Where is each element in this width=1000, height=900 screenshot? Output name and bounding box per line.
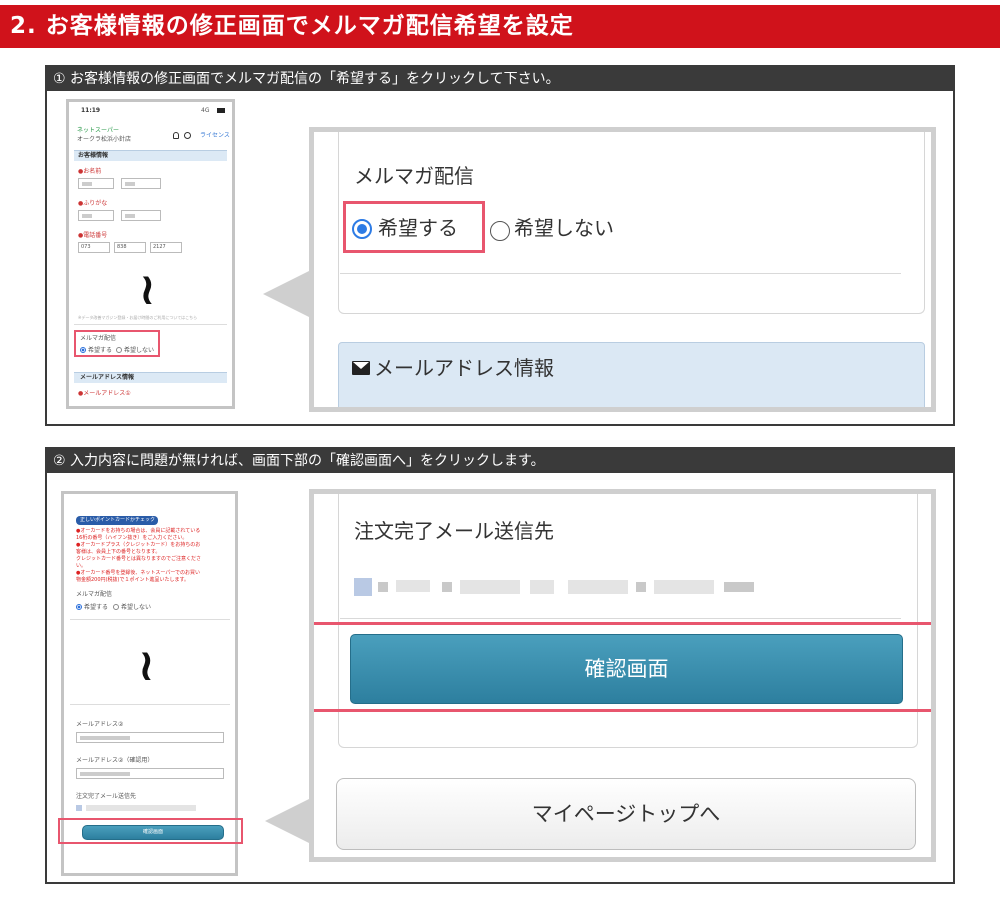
order-mail-blur-9 <box>654 580 714 594</box>
order-mail-blur-6 <box>530 580 554 594</box>
phone-battery-icon <box>217 108 225 113</box>
phone-divider <box>74 324 227 325</box>
order-mail-blur-8 <box>636 582 646 592</box>
phone-order-mail-blur <box>86 805 196 811</box>
section-header: 2. お客様情報の修正画面でメルマガ配信希望を設定 <box>0 5 1000 48</box>
phone-tel-value-3: 2127 <box>153 244 166 250</box>
phone-mail-section-title: メールアドレス情報 <box>80 374 135 381</box>
step-2-zoom-panel: 注文完了メール送信先 確認画面 マイページトップへ <box>309 489 936 862</box>
opt-no-label[interactable]: 希望しない <box>514 218 614 238</box>
bell-icon <box>173 132 179 139</box>
phone-mailmag-label: メルマガ配信 <box>76 591 113 598</box>
radio-no[interactable] <box>490 221 510 241</box>
step-1-phone-screenshot: 11:19 4G ネットスーパー オークラ松浜小針店 ライセンス お客様情報 ●… <box>66 99 235 409</box>
phone-signal: 4G <box>201 107 210 114</box>
warning-line-7: ●オーカード番号を登録後、ネットスーパーでのお買い <box>76 570 201 576</box>
phone-divider <box>70 619 230 620</box>
phone-mail-label: ●メールアドレス① <box>78 390 131 397</box>
section-title: 2. お客様情報の修正画面でメルマガ配信希望を設定 <box>10 13 574 39</box>
order-mail-blur-3 <box>396 580 430 592</box>
phone-mail2-confirm-field[interactable] <box>76 768 224 779</box>
phone-mail2-label: メールアドレス② <box>76 721 124 728</box>
headset-icon <box>184 132 191 139</box>
phone-firstname-field[interactable] <box>121 178 161 189</box>
phone-tel-value-1: 073 <box>81 244 91 250</box>
warning-line-2: 16桁の番号（ハイフン抜き）をご入力ください。 <box>76 535 188 541</box>
step-1-instruction: ① お客様情報の修正画面でメルマガ配信の「希望する」をクリックして下さい。 <box>47 67 953 91</box>
warning-line-6: い。 <box>76 563 87 569</box>
warning-line-8: 物金額200円(税抜)で１ポイント進呈いたします。 <box>76 577 189 583</box>
step-1-zoom-panel: メルマガ配信 希望する 希望しない メールアドレス情報 <box>309 127 936 412</box>
phone-lastname-kana-field[interactable] <box>78 210 114 221</box>
step-2-panel: ② 入力内容に問題が無ければ、画面下部の「確認画面へ」をクリックします。 正しい… <box>45 447 955 884</box>
step-1-panel: ① お客様情報の修正画面でメルマガ配信の「希望する」をクリックして下さい。 11… <box>45 65 955 426</box>
phone-mail2-field[interactable] <box>76 732 224 743</box>
phone-opt-yes: 希望する <box>84 604 109 611</box>
phone-section-title: お客様情報 <box>78 152 109 159</box>
omission-mark: ≀ <box>139 264 156 315</box>
phone-opt-no: 希望しない <box>121 604 152 611</box>
order-mail-blur-10 <box>724 582 754 592</box>
mypage-top-label: マイページトップへ <box>531 802 721 826</box>
highlight-confirm-box <box>314 622 931 712</box>
phone-tel-label: ●電話番号 <box>78 232 108 239</box>
phone-highlight-box <box>74 330 160 357</box>
phone-firstname-kana-field[interactable] <box>121 210 161 221</box>
phone-brand: ネットスーパー <box>77 127 119 134</box>
mail-section-title: メールアドレス情報 <box>374 356 554 380</box>
zoom-bottom-divider <box>340 273 901 274</box>
warning-line-1: ●オーカードをお持ちの場合は、会員に記載されている <box>76 528 201 534</box>
order-mail-blur-1 <box>354 578 372 596</box>
order-mail-blur-7 <box>568 580 628 594</box>
phone-nav-license[interactable]: ライセンス <box>200 133 230 139</box>
phone-order-mail-label: 注文完了メール送信先 <box>76 793 137 800</box>
order-mail-blur-4 <box>442 582 452 592</box>
zoom-mid-divider <box>340 618 901 619</box>
step-2-instruction: ② 入力内容に問題が無ければ、画面下部の「確認画面へ」をクリックします。 <box>47 449 953 473</box>
phone-lastname-field[interactable] <box>78 178 114 189</box>
phone-order-mail-value <box>76 805 82 811</box>
order-mail-blur-5 <box>460 580 520 594</box>
zoom-mailmag-label: メルマガ配信 <box>354 164 474 188</box>
phone-radio-yes[interactable] <box>76 604 82 610</box>
phone-kana-label: ●ふりがな <box>78 200 108 207</box>
highlight-yes-box <box>343 201 485 253</box>
warning-line-3: ●オーカードプラス（クレジットカード）をお持ちのお <box>76 542 201 548</box>
zoom-order-mail-label: 注文完了メール送信先 <box>354 519 554 543</box>
phone-store: オークラ松浜小針店 <box>77 136 132 143</box>
phone-mail2-confirm-label: メールアドレス②（確認用） <box>76 757 154 764</box>
phone-name-label: ●お名前 <box>78 168 102 175</box>
warning-line-4: 客様は、会員上下の番号となります。 <box>76 549 161 555</box>
phone-time: 11:19 <box>81 107 101 114</box>
mail-icon <box>352 361 370 375</box>
omission-mark: ≀ <box>138 640 155 691</box>
phone-radio-no[interactable] <box>113 604 119 610</box>
phone-tel-value-2: 838 <box>117 244 127 250</box>
phone-divider-2 <box>70 704 230 705</box>
phone-note: ※データ改善マガジン登録・お届け時間のご利用についてはこちら <box>78 315 198 320</box>
mypage-top-button[interactable]: マイページトップへ <box>336 778 916 850</box>
warning-line-5: クレジットカード番号とは異なりますのでご注意くださ <box>76 556 202 562</box>
phone-confirm-highlight <box>58 818 243 844</box>
order-mail-blur-2 <box>378 582 388 592</box>
phone-badge-label: 正しいポイントカードかチェック <box>80 517 156 523</box>
